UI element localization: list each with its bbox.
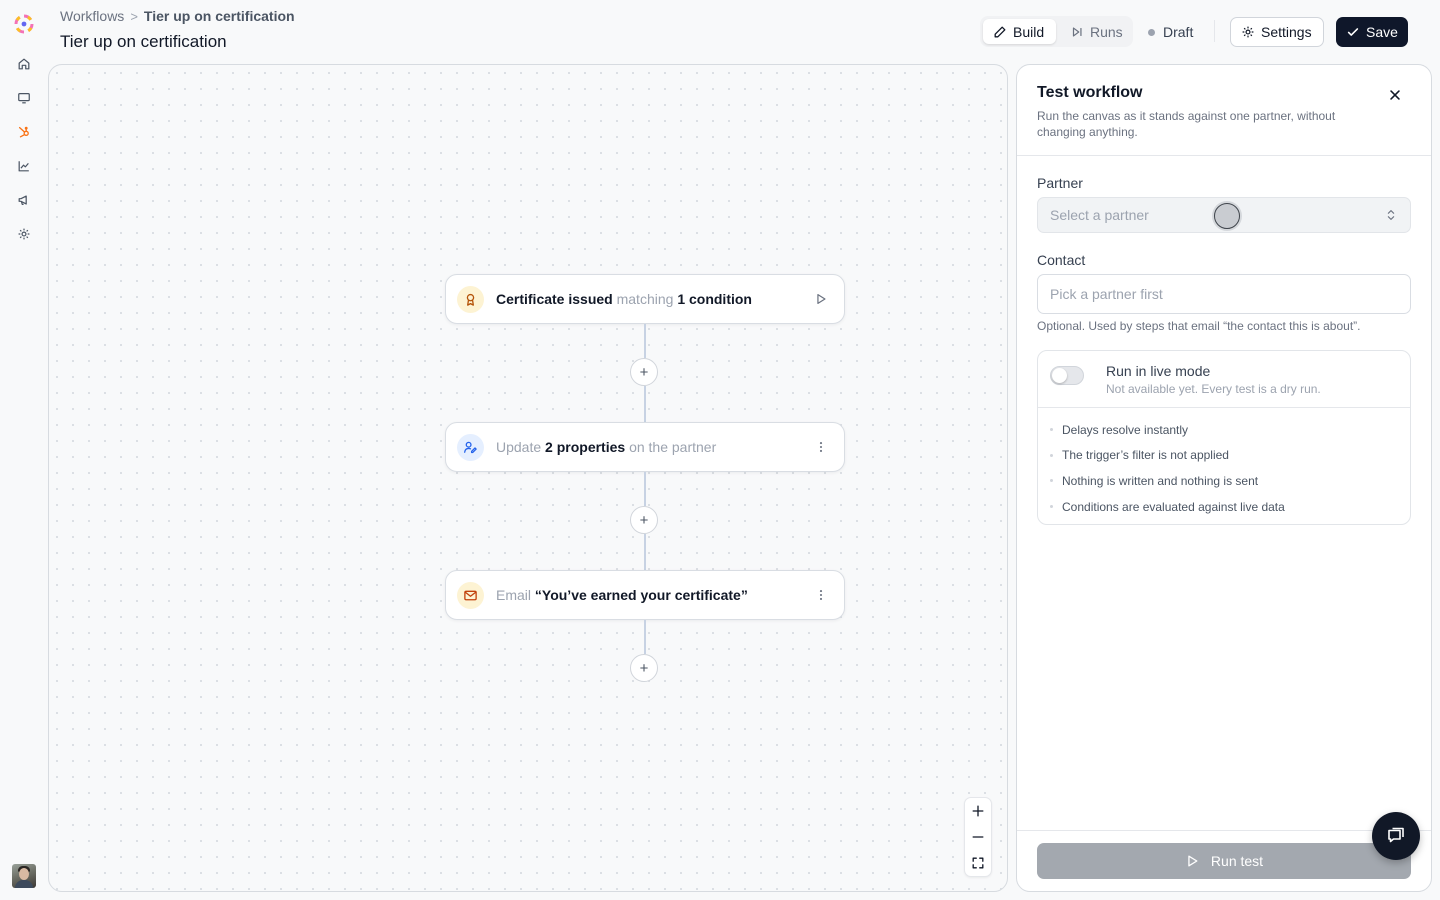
connector-line [644, 472, 646, 506]
chat-icon [1386, 826, 1406, 846]
settings-button[interactable]: Settings [1230, 17, 1324, 47]
fit-view-icon[interactable] [965, 850, 991, 876]
play-icon [1185, 854, 1199, 868]
gear-icon [1241, 25, 1255, 39]
connector-line [644, 324, 646, 358]
panel-divider [1017, 155, 1431, 156]
live-mode-divider [1038, 407, 1410, 408]
update-node-count: 2 properties [545, 439, 626, 455]
user-edit-icon [457, 433, 484, 461]
save-button[interactable]: Save [1336, 17, 1408, 47]
panel-subtitle: Run the canvas as it stands against one … [1037, 109, 1336, 139]
trigger-node-title: Certificate issued [496, 291, 613, 307]
view-tabs: Build Runs [980, 16, 1133, 47]
add-step-button[interactable]: + [630, 654, 658, 682]
trigger-node-connector: matching [612, 291, 678, 307]
status-dot [1148, 28, 1155, 36]
more-vertical-icon[interactable] [812, 586, 830, 604]
list-item: Delays resolve instantly [1038, 417, 1410, 443]
chevron-up-down-icon [1384, 208, 1398, 222]
update-node-target: on the partner [625, 439, 717, 455]
breadcrumb-separator: > [130, 8, 138, 24]
live-mode-title: Run in live mode [1106, 363, 1211, 379]
app-logo-icon[interactable] [12, 12, 36, 36]
chat-support-button[interactable] [1372, 812, 1420, 860]
skip-icon [1070, 25, 1084, 39]
breadcrumb-workflows-link[interactable]: Workflows [60, 8, 124, 24]
close-icon[interactable] [1385, 85, 1405, 105]
live-mode-card: Run in live mode Not available yet. Ever… [1037, 350, 1411, 525]
check-icon [1346, 25, 1360, 39]
contact-hint: Optional. Used by steps that email “the … [1037, 319, 1361, 333]
megaphone-icon[interactable] [14, 190, 34, 210]
list-item: Conditions are evaluated against live da… [1038, 494, 1410, 520]
partner-select[interactable]: Select a partner [1037, 197, 1411, 233]
settings-icon[interactable] [14, 224, 34, 244]
home-icon[interactable] [14, 54, 34, 74]
add-step-button[interactable]: + [630, 506, 658, 534]
cursor-indicator-icon [1214, 203, 1240, 229]
connector-line [644, 620, 646, 654]
more-vertical-icon[interactable] [812, 438, 830, 456]
connector-line [644, 386, 646, 422]
zoom-in-icon[interactable] [965, 798, 991, 824]
tab-runs[interactable]: Runs [1060, 19, 1128, 44]
run-test-button[interactable]: Run test [1037, 843, 1411, 879]
status-label: Draft [1163, 24, 1194, 40]
settings-button-label: Settings [1261, 24, 1312, 40]
email-node-verb: Email [496, 587, 535, 603]
update-properties-node[interactable]: Update 2 properties on the partner [445, 422, 845, 472]
list-item: The trigger’s filter is not applied [1038, 443, 1410, 469]
panel-title: Test workflow [1037, 84, 1143, 101]
panel-footer-divider [1017, 830, 1431, 831]
tab-build-label: Build [1013, 23, 1045, 40]
contact-input[interactable] [1037, 274, 1411, 314]
tab-build[interactable]: Build [983, 19, 1056, 44]
left-rail [0, 0, 48, 900]
partner-label: Partner [1037, 175, 1083, 191]
page-title: Tier up on certification [60, 32, 227, 51]
test-workflow-panel: Test workflow Run the canvas as it stand… [1016, 64, 1432, 892]
mail-icon [457, 581, 484, 609]
workflow-canvas[interactable]: Certificate issued matching 1 condition … [48, 64, 1008, 892]
award-icon [457, 285, 484, 313]
dry-run-notes: Delays resolve instantly The trigger’s f… [1038, 417, 1410, 519]
live-mode-toggle[interactable] [1050, 366, 1084, 385]
email-node[interactable]: Email “You’ve earned your certificate” [445, 570, 845, 620]
zoom-controls [964, 797, 992, 877]
partner-select-placeholder: Select a partner [1050, 207, 1149, 223]
monitor-icon[interactable] [14, 88, 34, 108]
list-item: Nothing is written and nothing is sent [1038, 468, 1410, 494]
update-node-verb: Update [496, 439, 546, 455]
email-node-subject: “You’ve earned your certificate” [534, 587, 748, 603]
zoom-out-icon[interactable] [965, 824, 991, 850]
chart-icon[interactable] [14, 156, 34, 176]
run-test-label: Run test [1210, 853, 1264, 869]
trigger-node[interactable]: Certificate issued matching 1 condition [445, 274, 845, 324]
trigger-node-condition: 1 condition [677, 291, 752, 307]
breadcrumb-current: Tier up on certification [143, 8, 295, 24]
toggle-knob [1052, 368, 1067, 383]
save-button-label: Save [1366, 24, 1398, 40]
add-step-button[interactable]: + [630, 358, 658, 386]
contact-label: Contact [1037, 252, 1086, 268]
connector-line [644, 534, 646, 570]
status-badge: Draft [1148, 22, 1193, 42]
live-mode-subtitle: Not available yet. Every test is a dry r… [1106, 382, 1321, 396]
hubspot-icon[interactable] [14, 122, 34, 142]
play-icon[interactable] [812, 290, 830, 308]
breadcrumb: Workflows > Tier up on certification [60, 7, 295, 25]
header-divider [1214, 20, 1215, 42]
user-avatar[interactable] [12, 864, 36, 888]
tab-runs-label: Runs [1090, 23, 1123, 40]
pencil-icon [993, 25, 1007, 39]
